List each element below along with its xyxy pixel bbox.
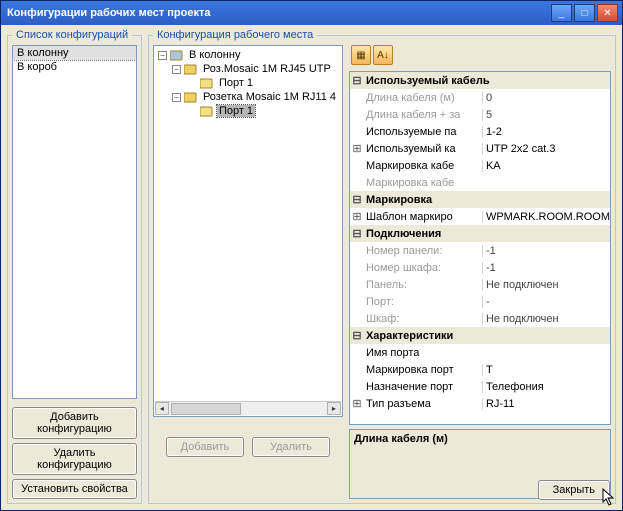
property-value[interactable]: 0	[482, 92, 610, 104]
port-icon	[200, 76, 214, 90]
outlet-icon	[184, 62, 198, 76]
property-row[interactable]: Номер шкафа:-1	[350, 259, 610, 276]
property-row[interactable]: ⊞Тип разъемаRJ-11	[350, 395, 610, 412]
outlet-icon	[184, 90, 198, 104]
property-name: Используемый ка	[364, 143, 482, 155]
property-name: Номер шкафа:	[364, 262, 482, 274]
config-list-legend: Список конфигураций	[12, 29, 132, 41]
property-row[interactable]: Маркировка кабеKA	[350, 157, 610, 174]
property-row[interactable]: Панель:Не подключен	[350, 276, 610, 293]
scroll-left-icon[interactable]: ◂	[155, 402, 169, 415]
property-row[interactable]: Длина кабеля (м)0	[350, 89, 610, 106]
property-name: Номер панели:	[364, 245, 482, 257]
property-value[interactable]: Не подключен	[482, 279, 610, 291]
property-grid[interactable]: ⊟Используемый кабельДлина кабеля (м)0Дли…	[349, 71, 611, 425]
config-listbox[interactable]: В колоннуВ короб	[12, 45, 137, 399]
property-toolbar: ▦ A↓	[349, 45, 611, 67]
property-name: Шаблон маркиро	[364, 211, 482, 223]
property-category[interactable]: ⊟Характеристики	[350, 327, 610, 344]
property-value[interactable]: -1	[482, 245, 610, 257]
property-name: Маркировка порт	[364, 364, 482, 376]
titlebar: Конфигурации рабочих мест проекта _ □ ✕	[1, 1, 622, 25]
property-name: Назначение порт	[364, 381, 482, 393]
property-row[interactable]: Маркировка портT	[350, 361, 610, 378]
config-list-group: Список конфигураций В колоннуВ короб Доб…	[7, 29, 142, 504]
tree-add-button[interactable]: Добавить	[166, 437, 244, 457]
property-value[interactable]: Телефония	[482, 381, 610, 393]
property-category[interactable]: ⊟Подключения	[350, 225, 610, 242]
computer-icon	[170, 48, 184, 62]
property-value[interactable]: 1-2	[482, 126, 610, 138]
tree-node[interactable]: −Розетка Mosaic 1M RJ11 4	[156, 90, 340, 104]
property-row[interactable]: ⊞Шаблон маркироWPMARK.ROOM.ROOM	[350, 208, 610, 225]
maximize-button[interactable]: □	[574, 4, 595, 22]
tree-port[interactable]: Порт 1	[156, 76, 340, 90]
property-name: Маркировка кабе	[364, 160, 482, 172]
tree-port[interactable]: Порт 1	[156, 104, 340, 118]
property-row[interactable]: Имя порта	[350, 344, 610, 361]
scroll-right-icon[interactable]: ▸	[327, 402, 341, 415]
property-name: Шкаф:	[364, 313, 482, 325]
categorize-icon[interactable]: ▦	[351, 45, 371, 65]
property-value[interactable]: RJ-11	[482, 398, 610, 410]
add-config-button[interactable]: Добавить конфигурацию	[12, 407, 137, 439]
workspace-config-legend: Конфигурация рабочего места	[153, 29, 317, 41]
property-name: Панель:	[364, 279, 482, 291]
property-row[interactable]: Шкаф:Не подключен	[350, 310, 610, 327]
property-row[interactable]: Используемые па1-2	[350, 123, 610, 140]
sort-az-icon[interactable]: A↓	[373, 45, 393, 65]
tree-scrollbar-h[interactable]: ◂▸	[155, 401, 341, 415]
scroll-thumb[interactable]	[171, 403, 241, 415]
property-value[interactable]: KA	[482, 160, 610, 172]
property-row[interactable]: ⊞Используемый каUTP 2x2 cat.3	[350, 140, 610, 157]
tree-delete-button[interactable]: Удалить	[252, 437, 330, 457]
property-name: Порт:	[364, 296, 482, 308]
property-value[interactable]: WPMARK.ROOM.ROOM	[482, 211, 610, 223]
port-icon	[200, 104, 214, 118]
property-value[interactable]: -	[482, 296, 610, 308]
close-button[interactable]: ✕	[597, 4, 618, 22]
config-list-item[interactable]: В короб	[13, 60, 136, 74]
window-title: Конфигурации рабочих мест проекта	[5, 7, 549, 19]
property-value[interactable]: UTP 2x2 cat.3	[482, 143, 610, 155]
property-row[interactable]: Номер панели:-1	[350, 242, 610, 259]
property-name: Используемые па	[364, 126, 482, 138]
property-name: Длина кабеля (м)	[364, 92, 482, 104]
property-value[interactable]: Не подключен	[482, 313, 610, 325]
property-category[interactable]: ⊟Используемый кабель	[350, 72, 610, 89]
tree-root[interactable]: −В колонну	[156, 48, 340, 62]
workspace-config-group: Конфигурация рабочего места −В колонну−Р…	[148, 29, 616, 504]
property-name: Тип разъема	[364, 398, 482, 410]
property-row[interactable]: Порт:-	[350, 293, 610, 310]
property-value[interactable]: 5	[482, 109, 610, 121]
property-row[interactable]: Назначение портТелефония	[350, 378, 610, 395]
property-name: Маркировка кабе	[364, 177, 482, 189]
property-value[interactable]: T	[482, 364, 610, 376]
property-row[interactable]: Длина кабеля + за5	[350, 106, 610, 123]
property-name: Имя порта	[364, 347, 482, 359]
tree-view[interactable]: −В колонну−Роз.Mosaic 1M RJ45 UTPПорт 1−…	[153, 45, 343, 417]
property-name: Длина кабеля + за	[364, 109, 482, 121]
property-category[interactable]: ⊟Маркировка	[350, 191, 610, 208]
minimize-button[interactable]: _	[551, 4, 572, 22]
set-properties-button[interactable]: Установить свойства	[12, 479, 137, 499]
config-list-item[interactable]: В колонну	[13, 46, 136, 60]
tree-node[interactable]: −Роз.Mosaic 1M RJ45 UTP	[156, 62, 340, 76]
delete-config-button[interactable]: Удалить конфигурацию	[12, 443, 137, 475]
close-dialog-button[interactable]: Закрыть	[538, 480, 610, 500]
property-row[interactable]: Маркировка кабе	[350, 174, 610, 191]
property-value[interactable]: -1	[482, 262, 610, 274]
